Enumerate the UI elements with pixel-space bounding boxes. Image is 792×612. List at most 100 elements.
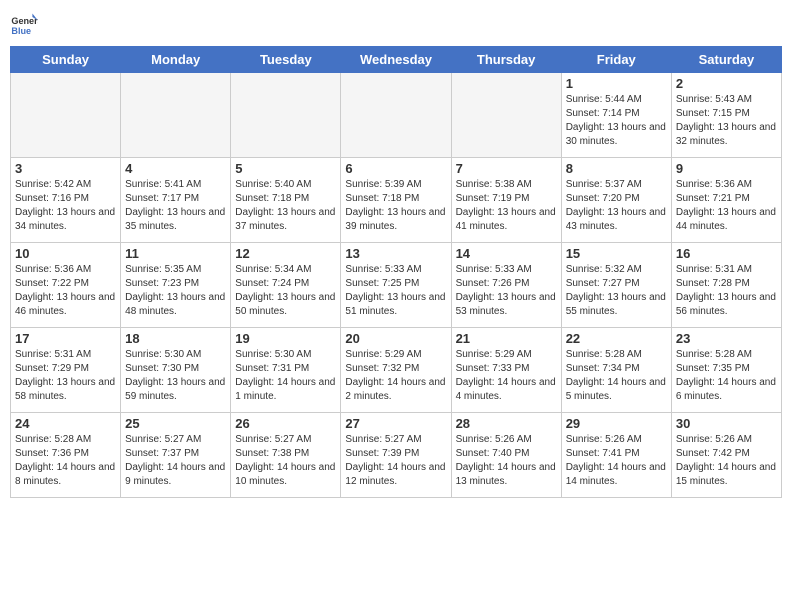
column-header-monday: Monday [121, 47, 231, 73]
day-number: 27 [345, 416, 446, 431]
column-header-sunday: Sunday [11, 47, 121, 73]
day-number: 10 [15, 246, 116, 261]
day-info: Sunrise: 5:32 AM Sunset: 7:27 PM Dayligh… [566, 263, 667, 319]
day-info: Sunrise: 5:26 AM Sunset: 7:42 PM Dayligh… [676, 433, 777, 489]
day-info: Sunrise: 5:30 AM Sunset: 7:31 PM Dayligh… [235, 348, 336, 404]
day-number: 2 [676, 76, 777, 91]
day-number: 25 [125, 416, 226, 431]
day-number: 1 [566, 76, 667, 91]
day-info: Sunrise: 5:41 AM Sunset: 7:17 PM Dayligh… [125, 178, 226, 234]
day-number: 8 [566, 161, 667, 176]
calendar-cell: 27 Sunrise: 5:27 AM Sunset: 7:39 PM Dayli… [341, 413, 451, 498]
day-info: Sunrise: 5:40 AM Sunset: 7:18 PM Dayligh… [235, 178, 336, 234]
day-number: 30 [676, 416, 777, 431]
column-header-tuesday: Tuesday [231, 47, 341, 73]
logo-icon: General Blue [10, 10, 38, 38]
day-info: Sunrise: 5:31 AM Sunset: 7:29 PM Dayligh… [15, 348, 116, 404]
day-info: Sunrise: 5:43 AM Sunset: 7:15 PM Dayligh… [676, 93, 777, 149]
day-info: Sunrise: 5:33 AM Sunset: 7:26 PM Dayligh… [456, 263, 557, 319]
day-number: 24 [15, 416, 116, 431]
day-info: Sunrise: 5:36 AM Sunset: 7:21 PM Dayligh… [676, 178, 777, 234]
day-number: 4 [125, 161, 226, 176]
calendar-cell: 25 Sunrise: 5:27 AM Sunset: 7:37 PM Dayli… [121, 413, 231, 498]
calendar-cell [11, 73, 121, 158]
day-info: Sunrise: 5:30 AM Sunset: 7:30 PM Dayligh… [125, 348, 226, 404]
calendar-cell: 26 Sunrise: 5:27 AM Sunset: 7:38 PM Dayli… [231, 413, 341, 498]
day-number: 9 [676, 161, 777, 176]
day-number: 5 [235, 161, 336, 176]
calendar-cell: 10 Sunrise: 5:36 AM Sunset: 7:22 PM Dayli… [11, 243, 121, 328]
day-number: 23 [676, 331, 777, 346]
day-number: 29 [566, 416, 667, 431]
day-info: Sunrise: 5:34 AM Sunset: 7:24 PM Dayligh… [235, 263, 336, 319]
calendar-cell: 15 Sunrise: 5:32 AM Sunset: 7:27 PM Dayli… [561, 243, 671, 328]
day-info: Sunrise: 5:27 AM Sunset: 7:38 PM Dayligh… [235, 433, 336, 489]
day-info: Sunrise: 5:38 AM Sunset: 7:19 PM Dayligh… [456, 178, 557, 234]
calendar-cell: 24 Sunrise: 5:28 AM Sunset: 7:36 PM Dayli… [11, 413, 121, 498]
calendar-cell: 23 Sunrise: 5:28 AM Sunset: 7:35 PM Dayli… [671, 328, 781, 413]
calendar-cell: 28Sunrise: 5:26 AM Sunset: 7:40 PM Dayli… [451, 413, 561, 498]
calendar-cell [451, 73, 561, 158]
calendar-cell: 3Sunrise: 5:42 AM Sunset: 7:16 PM Daylig… [11, 158, 121, 243]
day-number: 6 [345, 161, 446, 176]
day-info: Sunrise: 5:28 AM Sunset: 7:35 PM Dayligh… [676, 348, 777, 404]
day-info: Sunrise: 5:27 AM Sunset: 7:39 PM Dayligh… [345, 433, 446, 489]
week-row-3: 17 Sunrise: 5:31 AM Sunset: 7:29 PM Dayli… [11, 328, 782, 413]
day-number: 14 [456, 246, 557, 261]
column-header-saturday: Saturday [671, 47, 781, 73]
calendar-cell: 19 Sunrise: 5:30 AM Sunset: 7:31 PM Dayli… [231, 328, 341, 413]
day-number: 26 [235, 416, 336, 431]
week-row-0: 1 Sunrise: 5:44 AM Sunset: 7:14 PM Daylig… [11, 73, 782, 158]
calendar-cell [121, 73, 231, 158]
calendar-cell: 18 Sunrise: 5:30 AM Sunset: 7:30 PM Dayli… [121, 328, 231, 413]
day-info: Sunrise: 5:31 AM Sunset: 7:28 PM Dayligh… [676, 263, 777, 319]
day-number: 18 [125, 331, 226, 346]
calendar-cell: 2 Sunrise: 5:43 AM Sunset: 7:15 PM Daylig… [671, 73, 781, 158]
day-number: 22 [566, 331, 667, 346]
column-header-wednesday: Wednesday [341, 47, 451, 73]
calendar-cell: 7 Sunrise: 5:38 AM Sunset: 7:19 PM Daylig… [451, 158, 561, 243]
day-info: Sunrise: 5:28 AM Sunset: 7:36 PM Dayligh… [15, 433, 116, 489]
svg-text:Blue: Blue [11, 26, 31, 36]
calendar-cell: 1 Sunrise: 5:44 AM Sunset: 7:14 PM Daylig… [561, 73, 671, 158]
header: General Blue [10, 10, 782, 38]
day-number: 15 [566, 246, 667, 261]
day-number: 21 [456, 331, 557, 346]
day-info: Sunrise: 5:29 AM Sunset: 7:32 PM Dayligh… [345, 348, 446, 404]
day-info: Sunrise: 5:28 AM Sunset: 7:34 PM Dayligh… [566, 348, 667, 404]
calendar-cell: 16 Sunrise: 5:31 AM Sunset: 7:28 PM Dayli… [671, 243, 781, 328]
day-number: 16 [676, 246, 777, 261]
calendar-cell [341, 73, 451, 158]
day-info: Sunrise: 5:37 AM Sunset: 7:20 PM Dayligh… [566, 178, 667, 234]
week-row-1: 3Sunrise: 5:42 AM Sunset: 7:16 PM Daylig… [11, 158, 782, 243]
day-number: 7 [456, 161, 557, 176]
day-info: Sunrise: 5:44 AM Sunset: 7:14 PM Dayligh… [566, 93, 667, 149]
day-number: 20 [345, 331, 446, 346]
day-info: Sunrise: 5:33 AM Sunset: 7:25 PM Dayligh… [345, 263, 446, 319]
day-number: 19 [235, 331, 336, 346]
day-number: 12 [235, 246, 336, 261]
calendar-cell: 11Sunrise: 5:35 AM Sunset: 7:23 PM Dayli… [121, 243, 231, 328]
day-info: Sunrise: 5:29 AM Sunset: 7:33 PM Dayligh… [456, 348, 557, 404]
logo: General Blue [10, 10, 38, 38]
calendar-header-row: SundayMondayTuesdayWednesdayThursdayFrid… [11, 47, 782, 73]
calendar-cell: 22 Sunrise: 5:28 AM Sunset: 7:34 PM Dayli… [561, 328, 671, 413]
day-number: 13 [345, 246, 446, 261]
day-info: Sunrise: 5:42 AM Sunset: 7:16 PM Dayligh… [15, 178, 116, 234]
day-info: Sunrise: 5:35 AM Sunset: 7:23 PM Dayligh… [125, 263, 226, 319]
day-info: Sunrise: 5:36 AM Sunset: 7:22 PM Dayligh… [15, 263, 116, 319]
day-info: Sunrise: 5:27 AM Sunset: 7:37 PM Dayligh… [125, 433, 226, 489]
day-number: 17 [15, 331, 116, 346]
day-info: Sunrise: 5:26 AM Sunset: 7:40 PM Dayligh… [456, 433, 557, 489]
calendar-cell: 8 Sunrise: 5:37 AM Sunset: 7:20 PM Daylig… [561, 158, 671, 243]
calendar-cell: 4 Sunrise: 5:41 AM Sunset: 7:17 PM Daylig… [121, 158, 231, 243]
column-header-friday: Friday [561, 47, 671, 73]
calendar-cell: 21 Sunrise: 5:29 AM Sunset: 7:33 PM Dayli… [451, 328, 561, 413]
calendar-cell: 12 Sunrise: 5:34 AM Sunset: 7:24 PM Dayli… [231, 243, 341, 328]
calendar-cell: 17 Sunrise: 5:31 AM Sunset: 7:29 PM Dayli… [11, 328, 121, 413]
calendar-cell: 29Sunrise: 5:26 AM Sunset: 7:41 PM Dayli… [561, 413, 671, 498]
calendar-cell: 20 Sunrise: 5:29 AM Sunset: 7:32 PM Dayli… [341, 328, 451, 413]
calendar-cell: 13 Sunrise: 5:33 AM Sunset: 7:25 PM Dayli… [341, 243, 451, 328]
calendar-cell: 9 Sunrise: 5:36 AM Sunset: 7:21 PM Daylig… [671, 158, 781, 243]
week-row-4: 24 Sunrise: 5:28 AM Sunset: 7:36 PM Dayli… [11, 413, 782, 498]
